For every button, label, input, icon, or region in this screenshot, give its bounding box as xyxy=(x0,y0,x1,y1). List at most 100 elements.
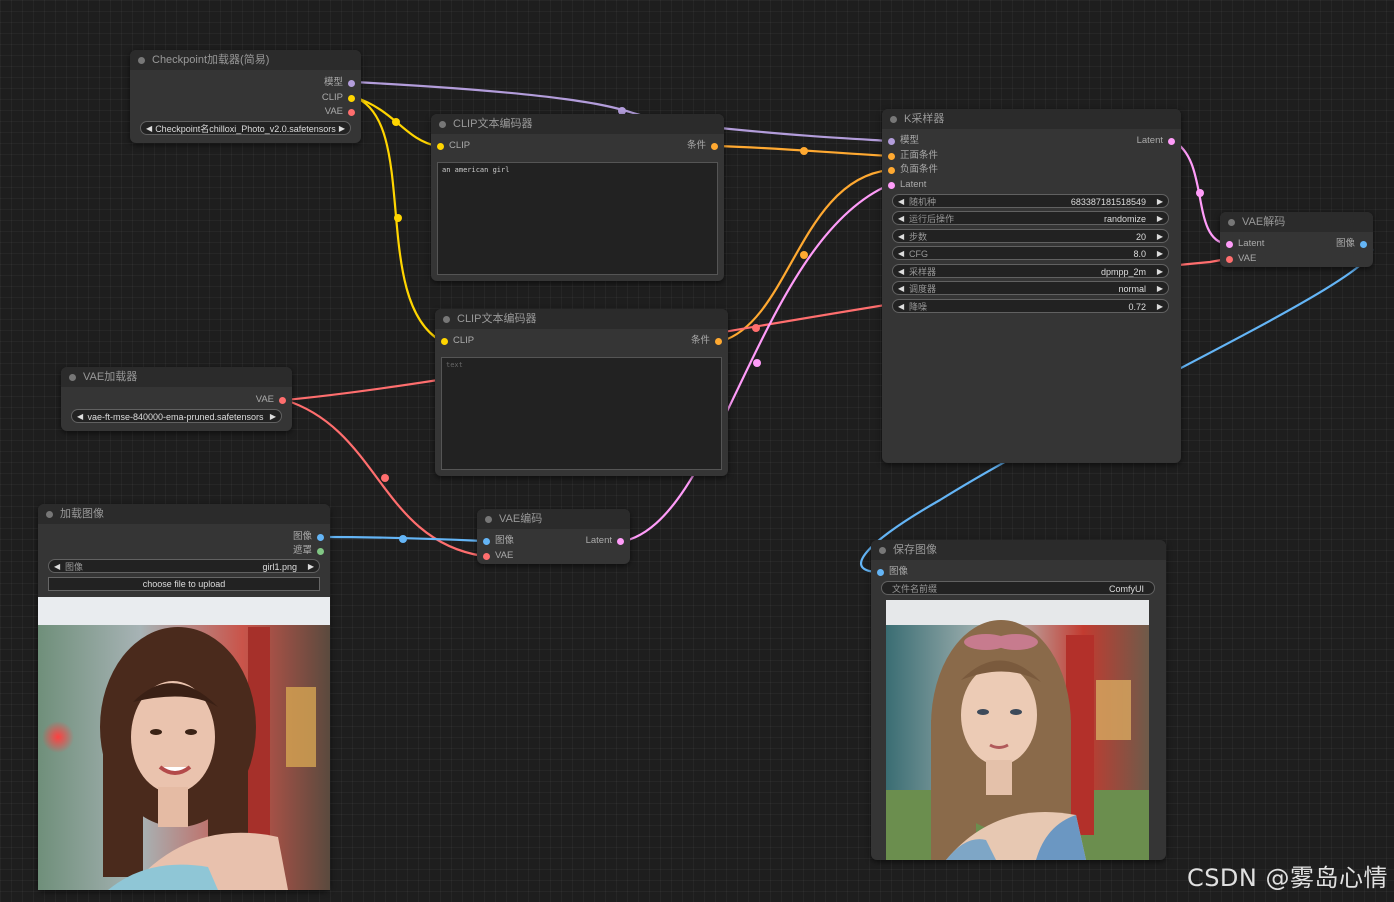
arrow-left-icon[interactable]: ◀ xyxy=(898,195,904,209)
output-image[interactable]: 图像 xyxy=(1336,237,1367,251)
arrow-left-icon[interactable]: ◀ xyxy=(898,247,904,261)
output-slot-icon[interactable] xyxy=(348,95,355,102)
collapse-dot-icon[interactable] xyxy=(485,516,492,523)
arrow-left-icon[interactable]: ◀ xyxy=(77,410,83,424)
arrow-right-icon[interactable]: ▶ xyxy=(1157,195,1163,209)
node-title[interactable]: VAE编码 xyxy=(477,509,630,529)
collapse-dot-icon[interactable] xyxy=(890,116,897,123)
collapse-dot-icon[interactable] xyxy=(439,121,446,128)
ksampler-node[interactable]: K采样器 模型 正面条件 负面条件 Latent Latent ◀ 随机种 6833… xyxy=(882,109,1181,463)
arrow-left-icon[interactable]: ◀ xyxy=(898,212,904,226)
arrow-left-icon[interactable]: ◀ xyxy=(898,300,904,314)
arrow-right-icon[interactable]: ▶ xyxy=(1157,300,1163,314)
input-slot-icon[interactable] xyxy=(877,569,884,576)
cfg-widget[interactable]: ◀ CFG 8.0 ▶ xyxy=(892,246,1169,260)
input-slot-icon[interactable] xyxy=(483,538,490,545)
input-slot-icon[interactable] xyxy=(888,167,895,174)
collapse-dot-icon[interactable] xyxy=(443,316,450,323)
output-image[interactable]: 图像 xyxy=(293,530,324,544)
vae-name-combo[interactable]: ◀ vae-ft-mse-840000-ema-pruned.safetenso… xyxy=(71,409,282,423)
input-slot-icon[interactable] xyxy=(888,153,895,160)
collapse-dot-icon[interactable] xyxy=(138,57,145,64)
arrow-right-icon[interactable]: ▶ xyxy=(339,122,345,136)
input-slot-icon[interactable] xyxy=(888,182,895,189)
vae-decode-node[interactable]: VAE解码 Latent VAE 图像 xyxy=(1220,212,1373,267)
input-positive[interactable]: 正面条件 xyxy=(888,149,938,163)
arrow-right-icon[interactable]: ▶ xyxy=(1157,212,1163,226)
filename-prefix-widget[interactable]: 文件名前缀 ComfyUI xyxy=(881,581,1155,595)
collapse-dot-icon[interactable] xyxy=(46,511,53,518)
denoise-widget[interactable]: ◀ 降噪 0.72 ▶ xyxy=(892,299,1169,313)
upload-button[interactable]: choose file to upload xyxy=(48,577,320,591)
prompt-textarea[interactable]: text xyxy=(441,357,722,470)
node-title[interactable]: VAE解码 xyxy=(1220,212,1373,232)
arrow-left-icon[interactable]: ◀ xyxy=(898,230,904,244)
scheduler-widget[interactable]: ◀ 调度器 normal ▶ xyxy=(892,281,1169,295)
input-vae[interactable]: VAE xyxy=(483,549,513,563)
arrow-right-icon[interactable]: ▶ xyxy=(270,410,276,424)
node-title[interactable]: 加载图像 xyxy=(38,504,330,524)
output-vae[interactable]: VAE xyxy=(256,393,286,407)
vae-loader-node[interactable]: VAE加载器 VAE ◀ vae-ft-mse-840000-ema-prune… xyxy=(61,367,292,431)
collapse-dot-icon[interactable] xyxy=(1228,219,1235,226)
input-clip[interactable]: CLIP xyxy=(437,139,470,153)
output-clip[interactable]: CLIP xyxy=(322,91,355,105)
input-image[interactable]: 图像 xyxy=(483,534,514,548)
arrow-left-icon[interactable]: ◀ xyxy=(898,282,904,296)
arrow-left-icon[interactable]: ◀ xyxy=(898,265,904,279)
collapse-dot-icon[interactable] xyxy=(69,374,76,381)
input-negative[interactable]: 负面条件 xyxy=(888,163,938,177)
vae-encode-node[interactable]: VAE编码 图像 VAE Latent xyxy=(477,509,630,564)
output-vae[interactable]: VAE xyxy=(325,105,355,119)
arrow-right-icon[interactable]: ▶ xyxy=(1157,247,1163,261)
output-slot-icon[interactable] xyxy=(1360,241,1367,248)
output-conditioning[interactable]: 条件 xyxy=(691,334,722,348)
output-slot-icon[interactable] xyxy=(317,534,324,541)
output-mask[interactable]: 遮罩 xyxy=(293,544,324,558)
output-slot-icon[interactable] xyxy=(617,538,624,545)
collapse-dot-icon[interactable] xyxy=(879,547,886,554)
output-slot-icon[interactable] xyxy=(279,397,286,404)
load-image-node[interactable]: 加载图像 图像 遮罩 ◀ 图像 girl1.png ▶ choose file to … xyxy=(38,504,330,890)
arrow-left-icon[interactable]: ◀ xyxy=(146,122,152,136)
node-title[interactable]: 保存图像 xyxy=(871,540,1166,560)
sampler-widget[interactable]: ◀ 采样器 dpmpp_2m ▶ xyxy=(892,264,1169,278)
node-title[interactable]: Checkpoint加载器(简易) xyxy=(130,50,361,70)
save-image-node[interactable]: 保存图像 图像 文件名前缀 ComfyUI xyxy=(871,540,1166,860)
output-latent[interactable]: Latent xyxy=(586,534,624,548)
output-slot-icon[interactable] xyxy=(317,548,324,555)
input-slot-icon[interactable] xyxy=(1226,256,1233,263)
output-slot-icon[interactable] xyxy=(1168,138,1175,145)
arrow-right-icon[interactable]: ▶ xyxy=(308,560,314,574)
control-after-generate-widget[interactable]: ◀ 运行后操作 randomize ▶ xyxy=(892,211,1169,225)
checkpoint-loader-node[interactable]: Checkpoint加载器(简易) 模型 CLIP VAE ◀ Checkpoi… xyxy=(130,50,361,143)
arrow-right-icon[interactable]: ▶ xyxy=(1157,230,1163,244)
node-title[interactable]: CLIP文本编码器 xyxy=(435,309,728,329)
input-slot-icon[interactable] xyxy=(1226,241,1233,248)
input-slot-icon[interactable] xyxy=(441,338,448,345)
input-slot-icon[interactable] xyxy=(888,138,895,145)
output-slot-icon[interactable] xyxy=(348,80,355,87)
arrow-right-icon[interactable]: ▶ xyxy=(1157,282,1163,296)
input-image[interactable]: 图像 xyxy=(877,565,908,579)
input-slot-icon[interactable] xyxy=(483,553,490,560)
input-slot-icon[interactable] xyxy=(437,143,444,150)
output-slot-icon[interactable] xyxy=(715,338,722,345)
arrow-left-icon[interactable]: ◀ xyxy=(54,560,60,574)
clip-text-encode-positive-node[interactable]: CLIP文本编码器 CLIP 条件 an american girl xyxy=(431,114,724,281)
node-title[interactable]: CLIP文本编码器 xyxy=(431,114,724,134)
node-title[interactable]: K采样器 xyxy=(882,109,1181,129)
checkpoint-name-combo[interactable]: ◀ Checkpoint名chilloxi_Photo_v2.0.safeten… xyxy=(140,121,351,135)
node-title[interactable]: VAE加载器 xyxy=(61,367,292,387)
input-clip[interactable]: CLIP xyxy=(441,334,474,348)
output-slot-icon[interactable] xyxy=(348,109,355,116)
output-model[interactable]: 模型 xyxy=(324,76,355,90)
seed-widget[interactable]: ◀ 随机种 683387181518549 ▶ xyxy=(892,194,1169,208)
clip-text-encode-negative-node[interactable]: CLIP文本编码器 CLIP 条件 text xyxy=(435,309,728,476)
input-latent[interactable]: Latent xyxy=(1226,237,1264,251)
arrow-right-icon[interactable]: ▶ xyxy=(1157,265,1163,279)
input-latent[interactable]: Latent xyxy=(888,178,926,192)
steps-widget[interactable]: ◀ 步数 20 ▶ xyxy=(892,229,1169,243)
output-conditioning[interactable]: 条件 xyxy=(687,139,718,153)
input-model[interactable]: 模型 xyxy=(888,134,919,148)
